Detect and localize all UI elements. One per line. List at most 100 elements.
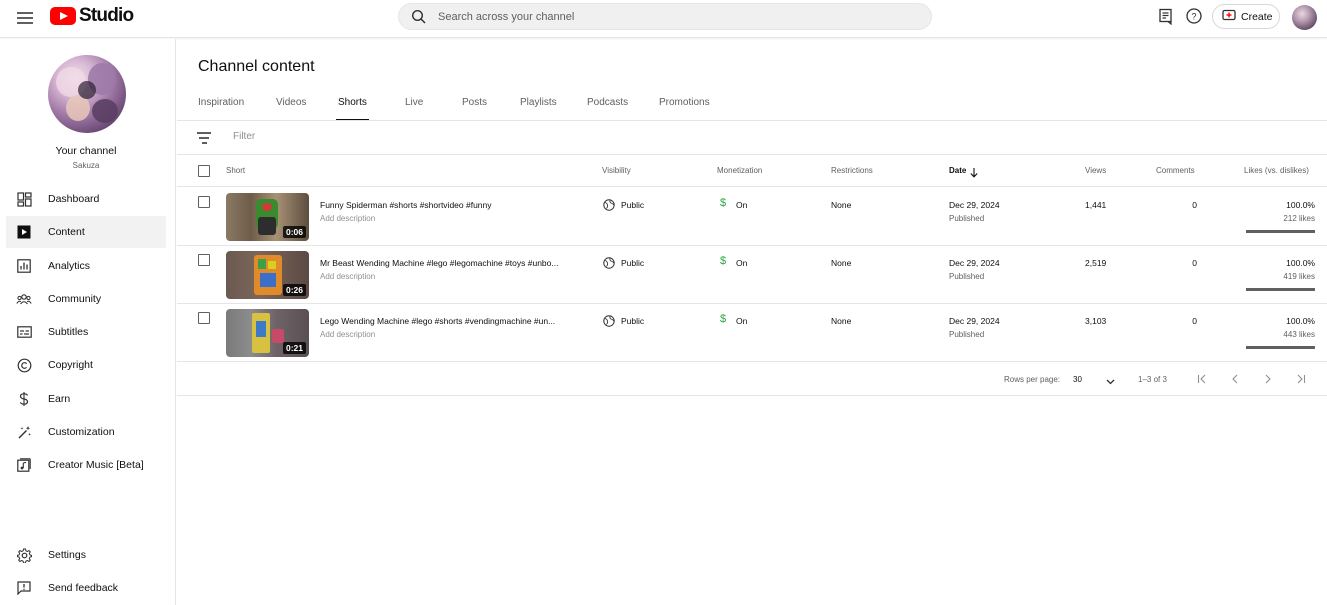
sidebar-item-dashboard[interactable]: Dashboard xyxy=(6,183,166,215)
visibility-value[interactable]: Public xyxy=(621,200,644,210)
tab-playlists[interactable]: Playlists xyxy=(520,97,557,121)
video-thumbnail[interactable]: 0:06 xyxy=(226,193,309,241)
video-thumbnail[interactable]: 0:26 xyxy=(226,251,309,299)
video-description[interactable]: Add description xyxy=(320,214,375,223)
views-value: 1,441 xyxy=(1085,200,1107,210)
likes-count: 419 likes xyxy=(1283,272,1315,281)
studio-logo[interactable]: Studio xyxy=(50,5,134,26)
row-checkbox[interactable] xyxy=(198,312,210,324)
creator-music-icon xyxy=(16,457,32,473)
column-short: Short xyxy=(226,166,246,175)
row-checkbox[interactable] xyxy=(198,196,210,208)
tab-promotions[interactable]: Promotions xyxy=(659,97,710,121)
likes-count: 443 likes xyxy=(1283,330,1315,339)
previous-page-icon[interactable] xyxy=(1228,372,1242,386)
filter-icon[interactable] xyxy=(197,132,211,144)
row-checkbox[interactable] xyxy=(198,254,210,266)
sidebar-item-label: Dashboard xyxy=(48,193,100,205)
sidebar-item-community[interactable]: Community xyxy=(6,283,166,315)
tab-podcasts[interactable]: Podcasts xyxy=(587,97,628,121)
next-page-icon[interactable] xyxy=(1261,372,1275,386)
duration-badge: 0:21 xyxy=(282,342,306,354)
select-all-checkbox[interactable] xyxy=(198,165,210,177)
sidebar-item-settings[interactable]: Settings xyxy=(6,539,166,571)
earn-icon xyxy=(16,391,32,407)
date-status: Published xyxy=(949,272,985,281)
visibility-value[interactable]: Public xyxy=(621,316,644,326)
last-page-icon[interactable] xyxy=(1294,372,1308,386)
video-description[interactable]: Add description xyxy=(320,272,375,281)
sidebar-item-label: Earn xyxy=(48,393,71,405)
sidebar-item-copyright[interactable]: Copyright xyxy=(6,349,166,381)
restrictions-value: None xyxy=(831,258,852,268)
column-restrictions[interactable]: Restrictions xyxy=(831,166,873,175)
messages-icon[interactable] xyxy=(1157,7,1175,26)
rows-per-page-label: Rows per page: xyxy=(1004,375,1061,384)
search-icon[interactable] xyxy=(411,9,427,25)
monetization-value[interactable]: On xyxy=(736,258,747,268)
filter-input[interactable] xyxy=(233,131,533,142)
sidebar-item-label: Creator Music [Beta] xyxy=(48,459,144,471)
account-avatar[interactable] xyxy=(1292,5,1317,30)
monetization-value[interactable]: On xyxy=(736,316,747,326)
sidebar-item-feedback[interactable]: Send feedback xyxy=(6,572,166,604)
column-visibility[interactable]: Visibility xyxy=(602,166,631,175)
sidebar-item-label: Analytics xyxy=(48,260,91,272)
comments-value: 0 xyxy=(1192,316,1197,326)
sort-down-arrow-icon[interactable] xyxy=(969,165,979,183)
video-thumbnail[interactable]: 0:21 xyxy=(226,309,309,357)
column-views[interactable]: Views xyxy=(1085,166,1106,175)
tab-shorts[interactable]: Shorts xyxy=(336,97,369,121)
sidebar-item-earn[interactable]: Earn xyxy=(6,383,166,415)
column-date[interactable]: Date xyxy=(949,166,966,175)
table-row[interactable]: 0:26 Mr Beast Wending Machine #lego #leg… xyxy=(177,246,1327,304)
sidebar-item-subtitles[interactable]: Subtitles xyxy=(6,316,166,348)
help-icon[interactable]: ? xyxy=(1185,7,1203,25)
video-title[interactable]: Lego Wending Machine #lego #shorts #vend… xyxy=(320,316,578,326)
likes-percent: 100.0% xyxy=(1286,316,1315,326)
restrictions-value: None xyxy=(831,316,852,326)
date-value: Dec 29, 2024 xyxy=(949,258,1000,268)
duration-badge: 0:26 xyxy=(282,284,306,296)
likes-bar xyxy=(1246,346,1315,349)
globe-icon xyxy=(603,314,615,332)
rows-per-page-select[interactable]: 30 xyxy=(1073,375,1082,384)
visibility-value[interactable]: Public xyxy=(621,258,644,268)
channel-avatar[interactable] xyxy=(48,55,126,133)
chevron-down-icon[interactable] xyxy=(1105,374,1116,392)
video-description[interactable]: Add description xyxy=(320,330,375,339)
video-title[interactable]: Mr Beast Wending Machine #lego #legomach… xyxy=(320,258,578,268)
sidebar-item-label: Content xyxy=(48,226,85,238)
menu-icon[interactable] xyxy=(14,7,36,29)
column-monetization[interactable]: Monetization xyxy=(717,166,762,175)
column-likes[interactable]: Likes (vs. dislikes) xyxy=(1244,166,1309,175)
sidebar-item-label: Settings xyxy=(48,549,86,561)
table-row[interactable]: 0:21 Lego Wending Machine #lego #shorts … xyxy=(177,304,1327,362)
sidebar: Your channel Sakuza Dashboard Content An… xyxy=(0,39,176,605)
search-bar[interactable] xyxy=(398,3,932,30)
sidebar-item-content[interactable]: Content xyxy=(6,216,166,248)
create-button[interactable]: Create xyxy=(1212,4,1280,29)
tab-live[interactable]: Live xyxy=(405,97,423,121)
first-page-icon[interactable] xyxy=(1195,372,1209,386)
sidebar-item-creator-music[interactable]: Creator Music [Beta] xyxy=(6,449,166,481)
likes-percent: 100.0% xyxy=(1286,200,1315,210)
table-row[interactable]: 0:06 Funny Spiderman #shorts #shortvideo… xyxy=(177,188,1327,246)
tab-videos[interactable]: Videos xyxy=(276,97,306,121)
youtube-logo-icon xyxy=(50,7,76,25)
monetization-value[interactable]: On xyxy=(736,200,747,210)
filter-bar xyxy=(177,121,1327,155)
logo-text: Studio xyxy=(79,5,134,26)
community-icon xyxy=(16,291,32,307)
column-comments[interactable]: Comments xyxy=(1156,166,1195,175)
sidebar-item-label: Community xyxy=(48,293,102,305)
sidebar-item-customization[interactable]: Customization xyxy=(6,416,166,448)
dollar-icon: $ xyxy=(720,197,727,209)
sidebar-item-analytics[interactable]: Analytics xyxy=(6,250,166,282)
likes-percent: 100.0% xyxy=(1286,258,1315,268)
search-input[interactable] xyxy=(438,10,898,23)
dollar-icon: $ xyxy=(720,313,727,325)
tab-inspiration[interactable]: Inspiration xyxy=(198,97,244,121)
tab-posts[interactable]: Posts xyxy=(462,97,487,121)
video-title[interactable]: Funny Spiderman #shorts #shortvideo #fun… xyxy=(320,200,578,210)
